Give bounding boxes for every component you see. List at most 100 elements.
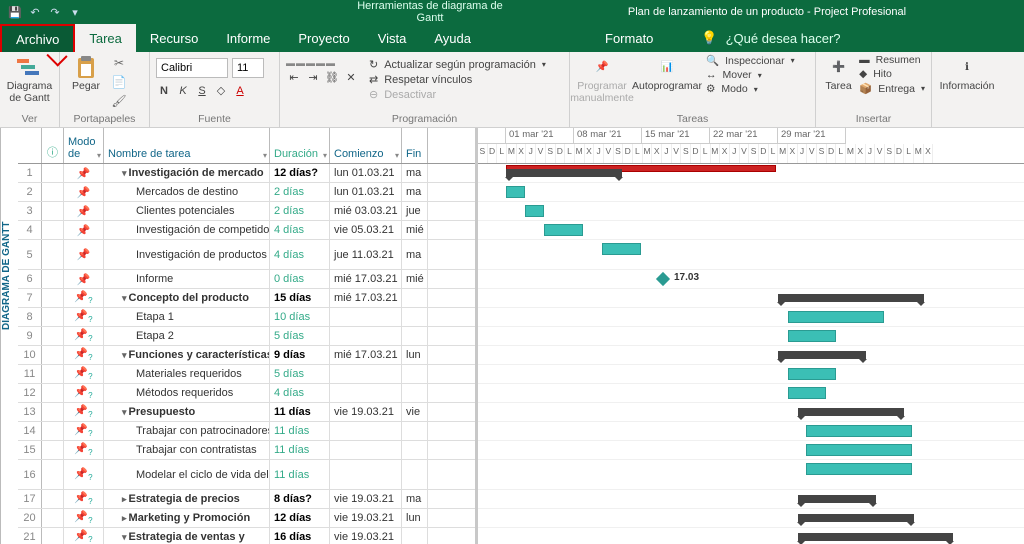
update-schedule-button[interactable]: ↻Actualizar según programación▾ bbox=[369, 58, 546, 71]
manual-schedule-icon: 📌? bbox=[74, 491, 92, 506]
gantt-bar[interactable] bbox=[778, 294, 924, 302]
percent-50[interactable]: ▬ bbox=[306, 58, 315, 68]
col-start[interactable]: Comienzo▾ bbox=[330, 128, 402, 163]
inspect-button[interactable]: 🔍Inspeccionar▾ bbox=[706, 54, 795, 67]
gantt-bar[interactable] bbox=[806, 425, 912, 437]
table-row[interactable]: 7📌?▾Concepto del producto15 díasmié 17.0… bbox=[18, 289, 475, 308]
col-finish[interactable]: Fin bbox=[402, 128, 428, 163]
table-row[interactable]: 9📌?Etapa 25 días bbox=[18, 327, 475, 346]
copy-icon[interactable]: 📄 bbox=[110, 73, 128, 91]
mode-button[interactable]: ⚙Modo▾ bbox=[706, 83, 795, 95]
col-indicators[interactable]: ⓘ bbox=[42, 128, 64, 163]
table-row[interactable]: 15📌?Trabajar con contratistas11 días bbox=[18, 441, 475, 460]
gantt-bar[interactable] bbox=[798, 533, 953, 541]
milestone-button[interactable]: ◆Hito bbox=[859, 68, 925, 80]
insert-task-button[interactable]: ➕Tarea bbox=[822, 54, 855, 93]
unlink-tasks-icon[interactable]: ✕ bbox=[343, 71, 359, 84]
deliverable-button[interactable]: 📦Entrega▾ bbox=[859, 82, 925, 95]
auto-schedule-button[interactable]: 📊Autoprogramar bbox=[632, 54, 702, 93]
percent-25[interactable]: ▬ bbox=[296, 58, 305, 68]
gantt-bar[interactable] bbox=[806, 444, 912, 456]
redo-icon[interactable]: ↷ bbox=[46, 3, 64, 21]
table-row[interactable]: 6📌Informe0 díasmié 17.03.21mié bbox=[18, 270, 475, 289]
tab-tarea[interactable]: Tarea bbox=[75, 24, 136, 52]
titlebar: 💾 ↶ ↷ ▾ Herramientas de diagrama de Gant… bbox=[0, 0, 1024, 24]
tab-proyecto[interactable]: Proyecto bbox=[284, 24, 363, 52]
fill-color-button[interactable]: ◇ bbox=[213, 84, 229, 97]
table-row[interactable]: 8📌?Etapa 110 días bbox=[18, 308, 475, 327]
tab-recurso[interactable]: Recurso bbox=[136, 24, 212, 52]
gantt-bar[interactable] bbox=[778, 351, 866, 359]
gantt-chart-icon bbox=[16, 56, 44, 80]
table-row[interactable]: 16📌?Modelar el ciclo de vida del product… bbox=[18, 460, 475, 490]
tab-informe[interactable]: Informe bbox=[212, 24, 284, 52]
link-tasks-icon[interactable]: ⛓ bbox=[324, 71, 340, 84]
percent-0[interactable]: ▬ bbox=[286, 58, 295, 68]
font-name-select[interactable] bbox=[156, 58, 228, 78]
tell-me-search[interactable]: 💡 ¿Qué desea hacer? bbox=[683, 24, 840, 52]
cut-icon[interactable]: ✂ bbox=[110, 54, 128, 72]
gantt-chart-pane[interactable]: 01 mar '2108 mar '2115 mar '2122 mar '21… bbox=[478, 128, 1024, 544]
table-row[interactable]: 2📌Mercados de destino2 díaslun 01.03.21m… bbox=[18, 183, 475, 202]
manual-schedule-button[interactable]: 📌Programar manualmente bbox=[576, 54, 628, 104]
table-row[interactable]: 13📌?▾Presupuesto11 díasvie 19.03.21vie bbox=[18, 403, 475, 422]
gantt-bar[interactable] bbox=[788, 368, 836, 380]
percent-75[interactable]: ▬ bbox=[316, 58, 325, 68]
gantt-milestone[interactable] bbox=[656, 272, 670, 286]
tab-vista[interactable]: Vista bbox=[364, 24, 421, 52]
table-row[interactable]: 10📌?▾Funciones y características9 díasmi… bbox=[18, 346, 475, 365]
gantt-bar[interactable] bbox=[544, 224, 583, 236]
deactivate-button[interactable]: ⊖Desactivar bbox=[369, 88, 546, 101]
outdent-icon[interactable]: ⇤ bbox=[286, 71, 302, 84]
gantt-bar[interactable] bbox=[602, 243, 641, 255]
gantt-bar[interactable] bbox=[788, 311, 884, 323]
italic-button[interactable]: K bbox=[175, 85, 191, 97]
underline-button[interactable]: S bbox=[194, 85, 210, 97]
tab-ayuda[interactable]: Ayuda bbox=[420, 24, 485, 52]
table-row[interactable]: 4📌Investigación de competidores4 díasvie… bbox=[18, 221, 475, 240]
gantt-bar[interactable] bbox=[788, 387, 826, 399]
table-row[interactable]: 20📌?▸Marketing y Promoción12 díasvie 19.… bbox=[18, 509, 475, 528]
group-programacion: ▬ ▬ ▬ ▬ ▬ ⇤ ⇥ ⛓ ✕ ↻Actualizar según prog… bbox=[280, 52, 570, 127]
gantt-bar[interactable] bbox=[506, 169, 622, 177]
col-rownum[interactable] bbox=[18, 128, 42, 163]
percent-100[interactable]: ▬ bbox=[326, 58, 335, 68]
table-row[interactable]: 17📌?▸Estrategia de precios8 días?vie 19.… bbox=[18, 490, 475, 509]
gantt-bar[interactable] bbox=[798, 514, 914, 522]
gantt-view-button[interactable]: Diagrama de Gantt bbox=[6, 54, 53, 104]
gantt-bar[interactable] bbox=[788, 330, 836, 342]
gantt-bar[interactable] bbox=[798, 408, 904, 416]
gantt-bar[interactable] bbox=[525, 205, 544, 217]
gantt-bar[interactable] bbox=[506, 186, 525, 198]
col-name[interactable]: Nombre de tarea▾ bbox=[104, 128, 270, 163]
table-row[interactable]: 5📌Investigación de productos similares4 … bbox=[18, 240, 475, 270]
col-duration[interactable]: Duración▾ bbox=[270, 128, 330, 163]
group-tareas: 📌Programar manualmente 📊Autoprogramar 🔍I… bbox=[570, 52, 816, 127]
table-row[interactable]: 14📌?Trabajar con patrocinadores11 días bbox=[18, 422, 475, 441]
table-row[interactable]: 1📌▾Investigación de mercado12 días?lun 0… bbox=[18, 164, 475, 183]
gantt-bar[interactable] bbox=[806, 463, 912, 475]
table-row[interactable]: 3📌Clientes potenciales2 díasmié 03.03.21… bbox=[18, 202, 475, 221]
gantt-bar[interactable] bbox=[798, 495, 876, 503]
col-mode[interactable]: Modo de▾ bbox=[64, 128, 104, 163]
respect-links-button[interactable]: ⇄Respetar vínculos bbox=[369, 73, 546, 86]
tab-formato[interactable]: Formato bbox=[575, 24, 683, 52]
summary-button[interactable]: ▬Resumen bbox=[859, 54, 925, 66]
table-row[interactable]: 21📌?▾Estrategia de ventas y16 díasvie 19… bbox=[18, 528, 475, 544]
qat-dropdown-icon[interactable]: ▾ bbox=[66, 3, 84, 21]
view-bar-label[interactable]: DIAGRAMA DE GANTT bbox=[0, 128, 18, 544]
table-row[interactable]: 11📌?Materiales requeridos5 días bbox=[18, 365, 475, 384]
information-button[interactable]: ℹInformación bbox=[938, 54, 996, 93]
font-size-select[interactable] bbox=[232, 58, 264, 78]
indent-icon[interactable]: ⇥ bbox=[305, 71, 321, 84]
paste-button[interactable]: Pegar bbox=[66, 54, 106, 93]
move-button[interactable]: ↔Mover▾ bbox=[706, 69, 795, 81]
table-row[interactable]: 12📌?Métodos requeridos4 días bbox=[18, 384, 475, 403]
format-painter-icon[interactable]: 🖌 bbox=[110, 92, 128, 110]
save-icon[interactable]: 💾 bbox=[6, 3, 24, 21]
undo-icon[interactable]: ↶ bbox=[26, 3, 44, 21]
gantt-row bbox=[478, 183, 1024, 202]
font-color-button[interactable]: A bbox=[232, 85, 248, 97]
tab-archivo[interactable]: Archivo bbox=[0, 24, 75, 52]
bold-button[interactable]: N bbox=[156, 85, 172, 97]
